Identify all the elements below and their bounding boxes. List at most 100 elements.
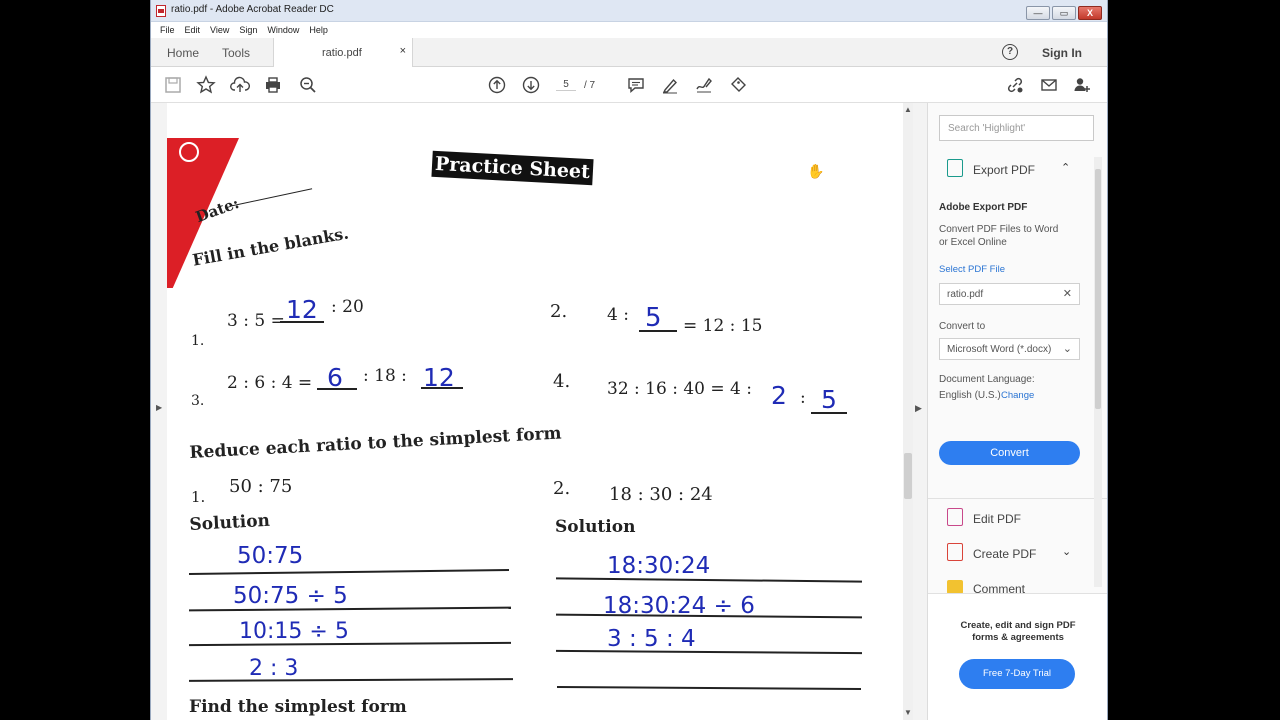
- print-icon[interactable]: [263, 75, 283, 95]
- menu-window[interactable]: Window: [267, 25, 299, 35]
- stamp-tag-icon[interactable]: [728, 75, 748, 95]
- help-icon[interactable]: ?: [1002, 44, 1018, 60]
- tab-tools[interactable]: Tools: [222, 46, 250, 60]
- sol1-rule-3: [188, 641, 512, 646]
- page-indicator: 5 / 7: [556, 77, 602, 93]
- export-pdf-icon: [947, 159, 963, 177]
- tab-close-icon[interactable]: ×: [400, 45, 406, 57]
- select-pdf-file-link[interactable]: Select PDF File: [939, 264, 1005, 275]
- next-page-icon[interactable]: [521, 75, 541, 95]
- sol1-line-2: 50:75 ÷ 5: [233, 583, 348, 609]
- format-select[interactable]: Microsoft Word (*.docx) ⌄: [939, 338, 1080, 360]
- acrobat-pdf-icon: [156, 5, 166, 17]
- q2-text: 4 :: [607, 305, 629, 325]
- clear-file-icon[interactable]: ✕: [1063, 287, 1072, 300]
- create-pdf-icon: [947, 543, 963, 561]
- convert-description-2: or Excel Online: [939, 237, 1007, 248]
- r1-number: 1.: [191, 488, 206, 506]
- q1-answer: 12: [286, 295, 318, 324]
- create-pdf-label: Create PDF: [973, 547, 1037, 561]
- collapse-chevron-icon[interactable]: ⌃: [1061, 161, 1070, 174]
- panel-scroll-thumb[interactable]: [1095, 169, 1101, 409]
- previous-page-icon[interactable]: [487, 75, 507, 95]
- close-button[interactable]: X: [1078, 6, 1102, 20]
- tool-edit-pdf[interactable]: Edit PDF: [928, 503, 1098, 533]
- q4-colon: :: [800, 388, 806, 408]
- menu-help[interactable]: Help: [309, 25, 328, 35]
- upload-cloud-icon[interactable]: [230, 75, 250, 95]
- selected-file-field[interactable]: ratio.pdf ✕: [939, 283, 1080, 305]
- sign-in-button[interactable]: Sign In: [1042, 46, 1082, 60]
- r2-text: 18 : 30 : 24: [609, 484, 713, 505]
- q3-blank-2: [421, 387, 463, 389]
- sol1-rule-4: [188, 678, 514, 682]
- page-number-input[interactable]: 5: [556, 79, 576, 91]
- collapse-right-pane-icon[interactable]: ▶: [915, 403, 922, 414]
- page-total: / 7: [584, 79, 596, 91]
- hand-cursor-icon: ✋: [807, 163, 825, 179]
- r1-text: 50 : 75: [229, 476, 293, 497]
- edit-pdf-label: Edit PDF: [973, 512, 1022, 526]
- q4-blank: [811, 412, 847, 414]
- document-scrollbar[interactable]: ▲ ▼: [903, 103, 913, 720]
- q4-answer-2: 5: [821, 385, 837, 414]
- pdf-page[interactable]: Practice Sheet Date: Fill in the blanks.…: [167, 103, 903, 720]
- email-envelope-icon[interactable]: [1039, 75, 1059, 95]
- zoom-out-icon[interactable]: [298, 75, 318, 95]
- sol1-line-4: 2 : 3: [249, 656, 299, 681]
- menu-view[interactable]: View: [210, 25, 229, 35]
- promo-box: Create, edit and sign PDF forms & agreem…: [928, 593, 1107, 720]
- menu-edit[interactable]: Edit: [185, 25, 201, 35]
- date-line: [229, 188, 313, 207]
- adobe-export-title: Adobe Export PDF: [939, 202, 1028, 213]
- sol1-rule-1: [189, 569, 509, 575]
- section-find-simplest: Find the simplest form: [189, 697, 407, 717]
- highlight-pen-icon[interactable]: [660, 75, 680, 95]
- r2-number: 2.: [553, 478, 571, 499]
- tab-home[interactable]: Home: [167, 46, 199, 60]
- change-language-link[interactable]: Change: [1001, 390, 1034, 401]
- minimize-button[interactable]: —: [1026, 6, 1050, 20]
- panel-scrollbar[interactable]: [1094, 157, 1102, 587]
- menu-file[interactable]: File: [160, 25, 175, 35]
- document-scroll-thumb[interactable]: [904, 453, 912, 499]
- convert-button[interactable]: Convert: [939, 441, 1080, 465]
- section-reduce: Reduce each ratio to the simplest form: [189, 423, 562, 463]
- bookmark-star-icon[interactable]: [196, 75, 216, 95]
- format-selected: Microsoft Word (*.docx): [947, 344, 1052, 355]
- q3-blank-1: [317, 388, 357, 390]
- export-pdf-label: Export PDF: [973, 163, 1036, 177]
- q3-middle: : 18 :: [363, 366, 407, 386]
- add-user-icon[interactable]: [1072, 75, 1092, 95]
- menu-sign[interactable]: Sign: [239, 25, 257, 35]
- acrobat-window: ratio.pdf - Adobe Acrobat Reader DC — ▭ …: [150, 0, 1108, 720]
- q2-number: 2.: [550, 301, 568, 322]
- share-link-icon[interactable]: [1005, 75, 1025, 95]
- comment-icon[interactable]: [626, 75, 646, 95]
- scroll-down-icon[interactable]: ▼: [904, 708, 912, 717]
- tool-create-pdf[interactable]: Create PDF ⌄: [928, 538, 1098, 568]
- q1-end: : 20: [331, 297, 364, 317]
- document-language-label: Document Language:: [939, 374, 1035, 385]
- search-tools-input[interactable]: Search 'Highlight': [939, 115, 1094, 141]
- tab-document-label: ratio.pdf: [322, 47, 362, 59]
- convert-description-1: Convert PDF Files to Word: [939, 224, 1059, 235]
- left-pane-collapsed: ▶: [151, 103, 167, 720]
- q3-text: 2 : 6 : 4 =: [227, 373, 313, 393]
- scroll-up-icon[interactable]: ▲: [904, 105, 912, 114]
- expand-left-pane-icon[interactable]: ▶: [156, 403, 162, 412]
- window-title: ratio.pdf - Adobe Acrobat Reader DC: [171, 4, 334, 15]
- save-icon[interactable]: [163, 75, 183, 95]
- sheet-title: Practice Sheet: [431, 150, 594, 186]
- maximize-button[interactable]: ▭: [1052, 6, 1076, 20]
- q4-text: 32 : 16 : 40 = 4 :: [607, 379, 752, 399]
- free-trial-button[interactable]: Free 7-Day Trial: [959, 659, 1075, 689]
- q4-number: 4.: [553, 371, 571, 392]
- q1-text: 3 : 5 =: [227, 311, 285, 331]
- sign-pen-icon[interactable]: [694, 75, 714, 95]
- expand-chevron-icon[interactable]: ⌄: [1062, 545, 1071, 558]
- tab-document[interactable]: ratio.pdf ×: [273, 38, 413, 67]
- right-tools-panel: Search 'Highlight' Export PDF ⌃ Adobe Ex…: [927, 103, 1107, 720]
- menu-bar: File Edit View Sign Window Help: [151, 22, 1107, 38]
- export-pdf-header[interactable]: Export PDF ⌃: [928, 153, 1098, 183]
